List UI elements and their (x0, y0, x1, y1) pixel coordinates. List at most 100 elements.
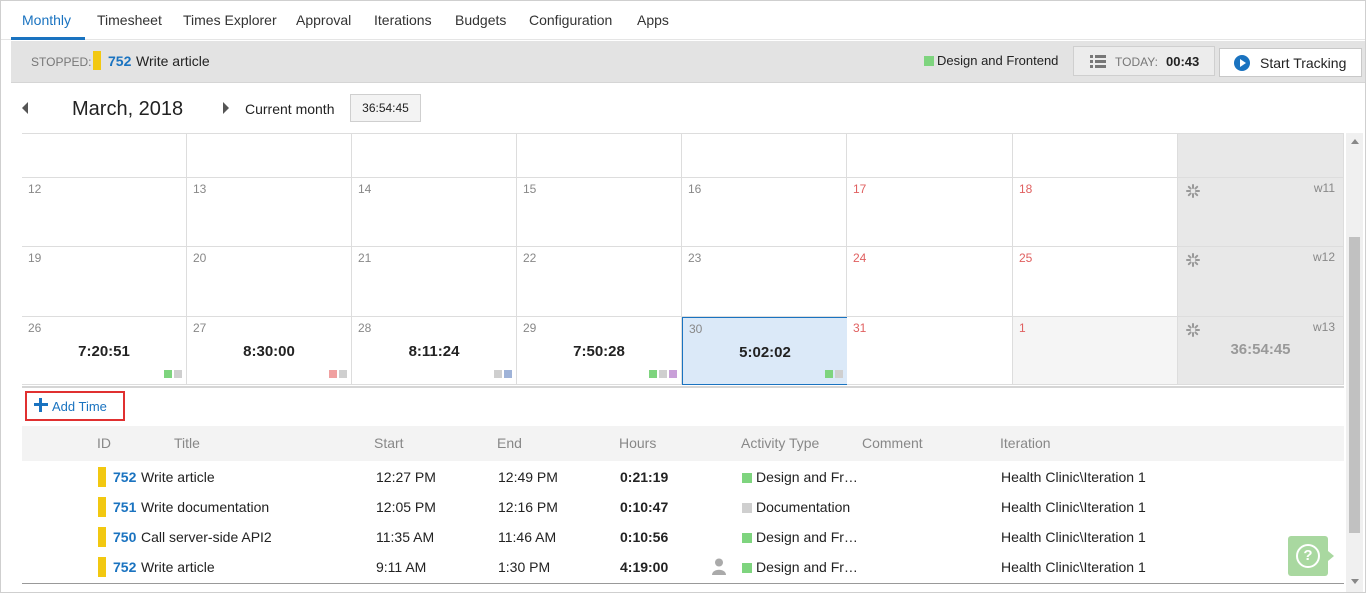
work-item-id[interactable]: 750 (113, 529, 136, 545)
day-total: 5:02:02 (739, 344, 791, 361)
activity-squares (825, 370, 843, 378)
calendar-day[interactable] (1013, 134, 1178, 178)
calendar-day-selected[interactable]: 30 5:02:02 (682, 317, 848, 385)
current-month-link[interactable]: Current month (245, 101, 334, 117)
calendar-day[interactable] (352, 134, 517, 178)
loading-spinner-icon[interactable] (1186, 184, 1200, 198)
calendar-day[interactable] (682, 134, 847, 178)
active-tab-indicator (11, 37, 85, 40)
tab-approval[interactable]: Approval (296, 1, 351, 40)
day-number: 30 (689, 322, 703, 336)
day-number: 14 (358, 182, 372, 196)
day-number: 27 (193, 321, 207, 335)
column-header-comment[interactable]: Comment (862, 435, 923, 451)
calendar-day[interactable]: 14 (352, 178, 517, 247)
day-number: 25 (1019, 251, 1033, 265)
calendar-day[interactable]: 20 (187, 247, 352, 317)
today-value: 00:43 (1166, 54, 1200, 69)
calendar-day-next-month[interactable]: 1 (1013, 317, 1178, 385)
calendar-day[interactable]: 16 (682, 178, 847, 247)
tab-configuration[interactable]: Configuration (529, 1, 612, 40)
entry-end: 11:46 AM (498, 529, 557, 545)
calendar-day-weekend[interactable]: 31 (847, 317, 1013, 385)
calendar-day[interactable]: 15 (517, 178, 682, 247)
tab-budgets[interactable]: Budgets (455, 1, 506, 40)
entry-iteration: Health Clinic\Iteration 1 (1001, 559, 1146, 575)
tab-iterations[interactable]: Iterations (374, 1, 432, 40)
day-number: 13 (193, 182, 207, 196)
calendar-day[interactable]: 29 7:50:28 (517, 317, 682, 385)
vertical-scrollbar[interactable] (1346, 133, 1363, 592)
entry-end: 12:16 PM (498, 499, 558, 515)
tab-timesheet[interactable]: Timesheet (97, 1, 162, 40)
calendar-day[interactable] (517, 134, 682, 178)
calendar-day[interactable] (187, 134, 352, 178)
add-time-button[interactable]: Add Time (25, 391, 125, 421)
column-header-hours[interactable]: Hours (619, 435, 656, 451)
start-tracking-button[interactable]: Start Tracking (1219, 48, 1362, 77)
calendar-day[interactable]: 12 (22, 178, 187, 247)
activity-squares (649, 370, 677, 378)
calendar-day[interactable] (22, 134, 187, 178)
calendar-day-weekend[interactable]: 17 (847, 178, 1013, 247)
scroll-down-arrow-icon[interactable] (1351, 579, 1359, 584)
column-header-iteration[interactable]: Iteration (1000, 435, 1051, 451)
tab-times-explorer[interactable]: Times Explorer (183, 1, 277, 40)
calendar-day[interactable]: 19 (22, 247, 187, 317)
day-total: 7:20:51 (78, 343, 130, 360)
app-window: Monthly Timesheet Times Explorer Approva… (0, 0, 1366, 593)
calendar-day[interactable]: 22 (517, 247, 682, 317)
work-item-id[interactable]: 752 (113, 469, 136, 485)
column-header-activity-type[interactable]: Activity Type (741, 435, 819, 451)
column-header-start[interactable]: Start (374, 435, 404, 451)
calendar-day[interactable] (847, 134, 1013, 178)
day-number: 15 (523, 182, 537, 196)
help-button[interactable]: ? (1288, 536, 1334, 576)
calendar-day-weekend[interactable]: 25 (1013, 247, 1178, 317)
loading-spinner-icon[interactable] (1186, 253, 1200, 267)
week-summary-cell: w11 (1178, 178, 1344, 247)
calendar-day[interactable]: 26 7:20:51 (22, 317, 187, 385)
calendar-day[interactable]: 23 (682, 247, 847, 317)
next-month-arrow-icon[interactable] (223, 102, 229, 114)
entry-end: 12:49 PM (498, 469, 558, 485)
week-number: w13 (1312, 320, 1335, 334)
loading-spinner-icon[interactable] (1186, 323, 1200, 337)
tracked-activity-label[interactable]: Design and Frontend (937, 53, 1058, 68)
activity-color-square (742, 503, 752, 513)
day-total: 8:30:00 (243, 343, 295, 360)
work-item-id[interactable]: 752 (113, 559, 136, 575)
tracked-item-id[interactable]: 752 (108, 53, 131, 69)
tab-apps[interactable]: Apps (637, 1, 669, 40)
table-row[interactable]: 752 Write article 12:27 PM 12:49 PM 0:21… (22, 463, 1344, 493)
table-row[interactable]: 751 Write documentation 12:05 PM 12:16 P… (22, 493, 1344, 523)
calendar-day[interactable]: 21 (352, 247, 517, 317)
today-summary-button[interactable]: TODAY: 00:43 (1073, 46, 1215, 76)
work-item-id[interactable]: 751 (113, 499, 136, 515)
calendar-day[interactable]: 27 8:30:00 (187, 317, 352, 385)
day-number: 26 (28, 321, 42, 335)
table-row[interactable]: 752 Write article 9:11 AM 1:30 PM 4:19:0… (22, 553, 1344, 583)
table-row[interactable]: 750 Call server-side API2 11:35 AM 11:46… (22, 523, 1344, 553)
calendar-day[interactable]: 28 8:11:24 (352, 317, 517, 385)
scrollbar-thumb[interactable] (1349, 237, 1360, 533)
add-time-label: Add Time (52, 399, 107, 414)
week-summary-cell: w12 (1178, 247, 1344, 317)
entry-iteration: Health Clinic\Iteration 1 (1001, 529, 1146, 545)
day-number: 31 (853, 321, 867, 335)
calendar-day[interactable]: 13 (187, 178, 352, 247)
column-header-end[interactable]: End (497, 435, 522, 451)
column-header-title[interactable]: Title (174, 435, 200, 451)
calendar-day-weekend[interactable]: 18 (1013, 178, 1178, 247)
day-number: 21 (358, 251, 372, 265)
week-number: w12 (1312, 250, 1335, 264)
work-item-color-bar (98, 557, 106, 577)
tracked-item-title: Write article (136, 53, 210, 69)
tab-monthly[interactable]: Monthly (22, 1, 71, 40)
entry-start: 9:11 AM (376, 559, 427, 575)
calendar-day-weekend[interactable]: 24 (847, 247, 1013, 317)
previous-month-arrow-icon[interactable] (22, 102, 28, 114)
scroll-up-arrow-icon[interactable] (1351, 139, 1359, 144)
column-header-id[interactable]: ID (97, 435, 111, 451)
week-summary-cell (1178, 134, 1344, 178)
